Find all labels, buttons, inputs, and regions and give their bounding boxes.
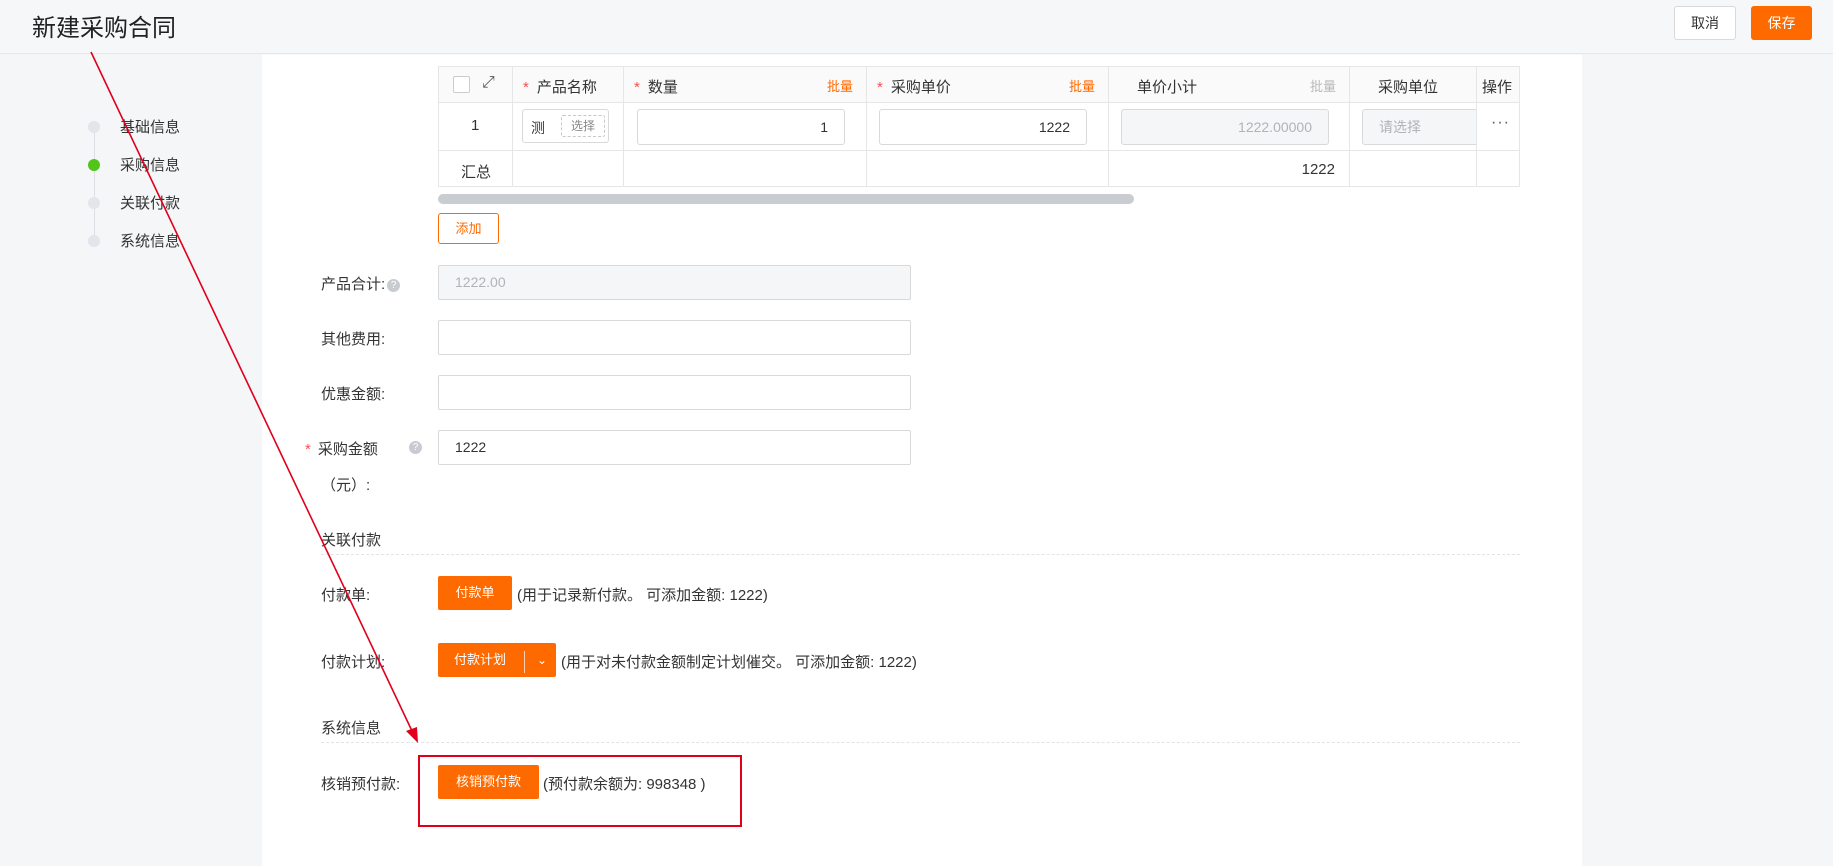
quantity-input[interactable]: 1: [637, 109, 845, 145]
header-unit: 采购单位: [1350, 67, 1477, 102]
annotation-highlight-box: [418, 755, 742, 827]
unit-price-input[interactable]: 1222: [879, 109, 1087, 145]
section-divider: [321, 554, 1520, 555]
more-actions-icon[interactable]: ···: [1491, 114, 1510, 132]
step-related-payment[interactable]: 关联付款: [80, 192, 220, 212]
header-operation: 操作: [1477, 67, 1519, 102]
header-product-name: * 产品名称: [513, 67, 624, 102]
batch-price-link[interactable]: 批量: [1069, 76, 1095, 95]
page-title: 新建采购合同: [32, 15, 176, 42]
help-icon[interactable]: ?: [387, 278, 401, 292]
batch-subtotal-link: 批量: [1310, 79, 1337, 94]
header-label: 操作: [1482, 79, 1513, 96]
header-quantity: * 数量 批量: [624, 67, 867, 102]
batch-quantity-link[interactable]: 批量: [827, 76, 853, 95]
other-fee-input[interactable]: [438, 320, 911, 355]
add-row-button[interactable]: 添加: [438, 213, 499, 244]
summary-label-cell: 汇总: [439, 151, 513, 186]
step-label: 基础信息: [120, 119, 181, 136]
product-total-label: 产品合计:?: [321, 273, 401, 294]
select-all-checkbox[interactable]: [453, 76, 470, 93]
step-label: 采购信息: [120, 157, 181, 174]
unit-price-cell: 1222: [867, 103, 1109, 150]
purchase-amount-unit-label: （元）:: [321, 477, 371, 494]
cancel-button[interactable]: 取消: [1674, 6, 1736, 40]
header-unit-price: * 采购单价 批量: [867, 67, 1109, 102]
table-header-row: ⤢ * 产品名称 * 数量 批量 * 采购单价 批量 单价小计 批量 采购单位 操作: [439, 67, 1519, 103]
operation-cell: ···: [1477, 103, 1519, 150]
step-system-info[interactable]: 系统信息: [80, 230, 220, 250]
payment-button[interactable]: 付款单: [438, 576, 512, 610]
table-row: 1 测 选择 1 1222 1222.00000 请选择 ···: [439, 103, 1519, 151]
steps-connector: [94, 130, 95, 240]
subtotal-cell: 1222.00000: [1109, 103, 1350, 150]
prepay-label: 核销预付款:: [321, 776, 401, 793]
summary-label: 汇总: [461, 164, 492, 181]
product-value: 测: [531, 120, 545, 136]
step-label: 系统信息: [120, 233, 181, 250]
summary-empty-cell: [867, 151, 1109, 186]
label-text: 采购金额: [317, 441, 378, 458]
summary-subtotal-cell: 1222: [1109, 151, 1350, 186]
summary-row: 汇总 1222: [439, 151, 1519, 186]
discount-label: 优惠金额:: [321, 386, 386, 403]
header-label: 采购单位: [1378, 79, 1439, 96]
step-label: 关联付款: [120, 195, 181, 212]
summary-empty-cell: [513, 151, 624, 186]
page-header: 新建采购合同 取消 保存: [0, 0, 1833, 54]
discount-input[interactable]: [438, 375, 911, 410]
step-dot: [88, 197, 100, 209]
button-divider: [524, 651, 525, 673]
summary-empty-cell: [1477, 151, 1519, 186]
other-fee-label: 其他费用:: [321, 331, 386, 348]
header-label: 产品名称: [536, 79, 597, 96]
header-select-cell: ⤢: [439, 67, 513, 102]
header-label: 数量: [647, 79, 678, 96]
product-picker[interactable]: 测 选择: [522, 109, 609, 143]
step-dot-active: [88, 159, 100, 171]
save-button[interactable]: 保存: [1751, 6, 1812, 40]
table-horizontal-scrollbar[interactable]: [438, 194, 1134, 204]
header-subtotal: 单价小计 批量: [1109, 67, 1350, 102]
related-payment-section-title: 关联付款: [321, 532, 382, 549]
unit-select[interactable]: 请选择: [1362, 109, 1476, 145]
row-index: 1: [471, 117, 480, 134]
product-total-field: 1222.00: [438, 265, 911, 300]
payment-plan-label: 付款计划:: [321, 654, 386, 671]
row-index-cell: 1: [439, 103, 513, 150]
header-label: 采购单价: [890, 79, 951, 96]
unit-cell: 请选择: [1350, 103, 1477, 150]
payment-label: 付款单:: [321, 587, 371, 604]
summary-empty-cell: [624, 151, 867, 186]
help-icon[interactable]: ?: [409, 441, 422, 454]
step-purchase-info[interactable]: 采购信息: [80, 154, 220, 174]
expand-icon[interactable]: ⤢: [482, 74, 495, 92]
section-divider: [321, 742, 1520, 743]
label-text: 产品合计:: [321, 276, 386, 293]
step-dot: [88, 235, 100, 247]
quantity-cell: 1: [624, 103, 867, 150]
summary-empty-cell: [1350, 151, 1477, 186]
chevron-down-icon[interactable]: ⌄: [529, 643, 555, 677]
purchase-amount-label: * 采购金额: [305, 441, 378, 458]
step-dot: [88, 121, 100, 133]
purchase-amount-input[interactable]: 1222: [438, 430, 911, 465]
subtotal-input: 1222.00000: [1121, 109, 1329, 145]
product-table: ⤢ * 产品名称 * 数量 批量 * 采购单价 批量 单价小计 批量 采购单位 操作 …: [438, 66, 1520, 187]
product-cell: 测 选择: [513, 103, 624, 150]
product-select-button[interactable]: 选择: [561, 115, 605, 137]
payment-plan-note: (用于对未付款金额制定计划催交。 可添加金额: 1222): [561, 654, 917, 671]
header-label: 单价小计: [1137, 79, 1198, 96]
summary-subtotal: 1222: [1301, 161, 1335, 178]
system-info-section-title: 系统信息: [321, 720, 382, 737]
step-basic-info[interactable]: 基础信息: [80, 116, 220, 136]
payment-note: (用于记录新付款。 可添加金额: 1222): [517, 587, 768, 604]
